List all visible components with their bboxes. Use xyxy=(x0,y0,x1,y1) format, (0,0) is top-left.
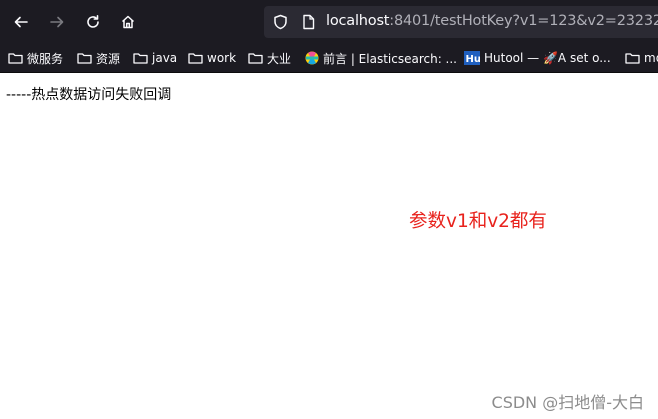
url-rest: :8401/testHotKey?v1=123&v2=23232 xyxy=(389,13,658,29)
bookmark-elasticsearch[interactable]: 前言 | Elasticsearch: ... xyxy=(304,49,457,67)
folder-icon xyxy=(133,52,148,65)
page-icon[interactable] xyxy=(300,14,316,30)
folder-icon xyxy=(625,52,640,65)
bookmark-folder-microservices[interactable]: 微服务 xyxy=(8,49,63,67)
csdn-watermark: CSDN @扫地僧-大白 xyxy=(491,393,644,412)
bookmark-label: 资源 xyxy=(96,51,121,66)
bookmark-label: Hutool — 🚀A set o... xyxy=(484,51,611,65)
bookmark-folder-work[interactable]: work xyxy=(188,49,236,67)
bookmark-hutool[interactable]: Hu Hutool — 🚀A set o... xyxy=(463,49,611,67)
url-text[interactable]: localhost:8401/testHotKey?v1=123&v2=2323… xyxy=(326,13,658,29)
params-note: 参数v1和v2都有 xyxy=(409,211,547,232)
bookmark-folder-resources[interactable]: 资源 xyxy=(77,49,120,67)
browser-toolbar: localhost:8401/testHotKey?v1=123&v2=2323… xyxy=(0,0,658,44)
bookmark-folder-java[interactable]: java xyxy=(133,49,177,67)
elastic-logo-icon xyxy=(304,51,319,65)
folder-icon xyxy=(248,52,263,65)
bookmark-label: 大业 xyxy=(267,51,292,66)
hutool-logo-icon: Hu xyxy=(463,51,480,65)
arrow-left-icon xyxy=(14,16,28,28)
page-content: -----热点数据访问失败回调 参数v1和v2都有 CSDN @扫地僧-大白 xyxy=(0,73,658,419)
folder-icon xyxy=(188,52,203,65)
arrow-right-icon xyxy=(50,16,64,28)
bookmark-label: mo xyxy=(644,51,658,65)
forward-button[interactable] xyxy=(44,9,70,35)
fallback-message: -----热点数据访问失败回调 xyxy=(6,87,172,103)
shield-icon[interactable] xyxy=(272,14,288,30)
bookmark-label: 前言 | Elasticsearch: ... xyxy=(323,51,457,66)
back-button[interactable] xyxy=(8,9,34,35)
svg-text:Hu: Hu xyxy=(465,54,480,65)
bookmark-label: work xyxy=(207,51,237,65)
bookmark-folder-more[interactable]: mo xyxy=(625,49,658,67)
url-bar[interactable]: localhost:8401/testHotKey?v1=123&v2=2323… xyxy=(264,6,658,38)
bookmarks-toolbar: 微服务 资源 java work 大业 前言 | Elasticsearch: … xyxy=(0,44,658,73)
bookmark-label: 微服务 xyxy=(27,51,64,66)
reload-button[interactable] xyxy=(80,9,106,35)
home-button[interactable] xyxy=(115,9,141,35)
home-icon xyxy=(121,15,135,29)
reload-icon xyxy=(87,15,99,28)
folder-icon xyxy=(77,52,92,65)
url-host: localhost xyxy=(326,13,390,29)
bookmark-label: java xyxy=(152,51,178,65)
folder-icon xyxy=(8,52,23,65)
bookmark-folder-daye[interactable]: 大业 xyxy=(248,49,291,67)
